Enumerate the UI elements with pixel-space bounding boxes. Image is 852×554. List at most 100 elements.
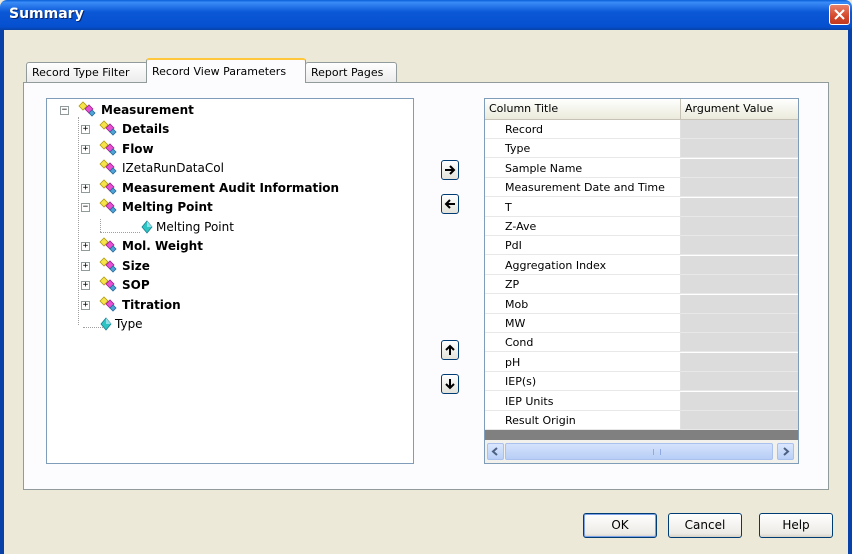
table-row[interactable]: ZP [485, 275, 798, 295]
expand-icon[interactable]: + [81, 262, 90, 271]
column-title-cell[interactable]: Cond [485, 333, 681, 353]
argument-value-cell[interactable] [681, 275, 798, 295]
tree-node-titration[interactable]: + Titration [47, 296, 407, 315]
collapse-icon[interactable]: − [81, 203, 90, 212]
horizontal-scrollbar[interactable] [485, 440, 798, 463]
scroll-left-button[interactable] [487, 443, 504, 460]
expand-icon[interactable]: + [81, 301, 90, 310]
argument-value-cell[interactable] [681, 236, 798, 256]
argument-value-cell[interactable] [681, 197, 798, 217]
tab-record-type-filter[interactable]: Record Type Filter [26, 62, 148, 82]
tree-node-label: Type [115, 317, 143, 331]
tree-node-measurement[interactable]: − Measurement [47, 101, 407, 120]
tree-node-mol-weight[interactable]: + Mol. Weight [47, 237, 407, 256]
tree-node-sop[interactable]: + SOP [47, 276, 407, 295]
scroll-right-button[interactable] [777, 443, 794, 460]
tree-node-melting-point[interactable]: − Melting Point [47, 198, 407, 217]
argument-value-cell[interactable] [681, 120, 798, 139]
group-node-icon [99, 159, 117, 175]
table-row[interactable]: T [485, 197, 798, 217]
table-row[interactable]: IEP Units [485, 391, 798, 411]
tab-report-pages[interactable]: Report Pages [305, 62, 397, 82]
table-row[interactable]: MW [485, 314, 798, 333]
scrollbar-grip [653, 449, 661, 455]
cancel-button[interactable]: Cancel [668, 513, 742, 538]
expand-icon[interactable]: + [81, 242, 90, 251]
field-icon [100, 317, 112, 331]
argument-value-header[interactable]: Argument Value [681, 99, 798, 119]
table-row[interactable]: Record [485, 120, 798, 139]
column-title-cell[interactable]: Aggregation Index [485, 255, 681, 275]
argument-value-cell[interactable] [681, 411, 798, 430]
column-title-header[interactable]: Column Title [485, 99, 681, 119]
argument-value-cell[interactable] [681, 255, 798, 275]
argument-value-cell[interactable] [681, 178, 798, 198]
table-row[interactable]: IEP(s) [485, 372, 798, 392]
scrollbar-thumb[interactable] [505, 443, 773, 460]
help-button[interactable]: Help [759, 513, 833, 538]
tree-node-izetarundatacol[interactable]: IZetaRunDataCol [47, 159, 407, 178]
argument-value-cell[interactable] [681, 391, 798, 411]
table-row[interactable]: PdI [485, 236, 798, 256]
tree-node-measurement-audit-information[interactable]: + Measurement Audit Information [47, 179, 407, 198]
argument-value-cell[interactable] [681, 333, 798, 353]
column-title-cell[interactable]: Result Origin [485, 411, 681, 430]
column-title-cell[interactable]: Type [485, 139, 681, 159]
table-row[interactable]: Type [485, 139, 798, 159]
table-row[interactable]: Cond [485, 333, 798, 353]
column-title-cell[interactable]: pH [485, 352, 681, 372]
ok-button[interactable]: OK [583, 513, 657, 538]
table-row[interactable]: Mob [485, 294, 798, 314]
group-node-icon [99, 237, 117, 253]
table-row[interactable]: Z-Ave [485, 217, 798, 236]
argument-value-cell[interactable] [681, 158, 798, 178]
table-row[interactable]: Aggregation Index [485, 255, 798, 275]
expand-icon[interactable]: + [81, 125, 90, 134]
tree-node-label: Flow [122, 142, 154, 156]
columns-grid[interactable]: Column Title Argument Value Record Type Sa… [484, 98, 799, 464]
close-button[interactable] [829, 4, 850, 25]
chevron-right-icon [783, 447, 790, 456]
move-up-button[interactable] [441, 340, 459, 360]
argument-value-cell[interactable] [681, 294, 798, 314]
argument-value-cell[interactable] [681, 217, 798, 236]
field-icon [141, 220, 153, 234]
column-title-cell[interactable]: PdI [485, 236, 681, 256]
column-title-cell[interactable]: Measurement Date and Time [485, 178, 681, 198]
table-row[interactable]: Measurement Date and Time [485, 178, 798, 198]
tree-node-size[interactable]: + Size [47, 257, 407, 276]
collapse-icon[interactable]: − [60, 106, 69, 115]
add-column-button[interactable] [441, 160, 459, 180]
column-title-cell[interactable]: ZP [485, 275, 681, 295]
expand-icon[interactable]: + [81, 145, 90, 154]
tree-node-flow[interactable]: + Flow [47, 140, 407, 159]
argument-value-cell[interactable] [681, 372, 798, 392]
table-row[interactable]: pH [485, 352, 798, 372]
column-title-cell[interactable]: Mob [485, 294, 681, 314]
column-title-cell[interactable]: MW [485, 314, 681, 333]
column-title-cell[interactable]: Sample Name [485, 158, 681, 178]
argument-value-cell[interactable] [681, 139, 798, 159]
tree-node-details[interactable]: + Details [47, 120, 407, 139]
move-down-button[interactable] [441, 374, 459, 394]
tab-record-view-parameters[interactable]: Record View Parameters [146, 58, 306, 83]
table-row[interactable]: Sample Name [485, 158, 798, 178]
table-row[interactable]: Result Origin [485, 411, 798, 430]
argument-value-cell[interactable] [681, 352, 798, 372]
tree-node-type[interactable]: Type [47, 315, 407, 334]
title-bar: Summary [0, 0, 852, 30]
column-title-cell[interactable]: IEP Units [485, 391, 681, 411]
record-tree[interactable]: − Measurement + Details + Flow IZetaRunDataCol… [46, 98, 414, 464]
expand-icon[interactable]: + [81, 184, 90, 193]
group-node-icon [99, 198, 117, 214]
group-node-icon [99, 296, 117, 312]
column-title-cell[interactable]: T [485, 197, 681, 217]
remove-column-button[interactable] [441, 194, 459, 214]
column-title-cell[interactable]: IEP(s) [485, 372, 681, 392]
column-title-cell[interactable]: Record [485, 120, 681, 139]
tree-node-melting-point[interactable]: Melting Point [47, 218, 407, 237]
expand-icon[interactable]: + [81, 281, 90, 290]
column-title-cell[interactable]: Z-Ave [485, 217, 681, 236]
argument-value-cell[interactable] [681, 314, 798, 333]
window-border-right [848, 30, 852, 554]
